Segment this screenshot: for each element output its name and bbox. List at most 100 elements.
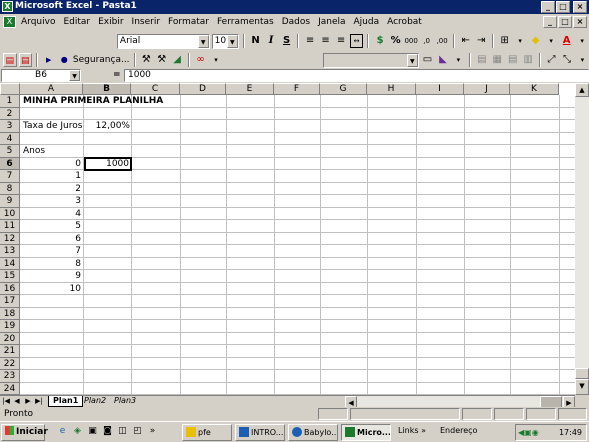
row-header-16[interactable]: 16 (0, 282, 20, 295)
by-column-icon[interactable]: ▥ (521, 53, 534, 67)
taskbar-button-excel[interactable]: Micro... (341, 424, 391, 441)
column-header-a[interactable]: A (20, 83, 83, 95)
chevron-down-icon[interactable]: ▾ (575, 34, 589, 48)
more-quicklaunch-icon[interactable]: » (146, 425, 159, 438)
row-header-6[interactable]: 6 (0, 157, 20, 170)
select-all-corner[interactable] (0, 83, 20, 95)
align-center-icon[interactable]: ≡ (319, 34, 333, 48)
decrease-decimal-button[interactable]: ,00 (435, 34, 449, 48)
workbook-restore-button[interactable]: □ (558, 16, 572, 28)
chart-object-icon[interactable]: ▭ (421, 53, 434, 67)
sheet-tab-plan3[interactable]: Plan3 (110, 396, 140, 407)
column-header-h[interactable]: H (367, 83, 416, 95)
outlook-icon[interactable]: ◈ (71, 425, 84, 438)
row-header-22[interactable]: 22 (0, 357, 20, 370)
borders-icon[interactable]: ⊞ (498, 34, 512, 48)
row-header-23[interactable]: 23 (0, 370, 20, 383)
sheet-tab-plan2[interactable]: Plan2 (80, 396, 110, 407)
taskbar-button-intro[interactable]: INTRO... (235, 424, 285, 441)
record-icon[interactable]: ● (57, 53, 70, 67)
by-row-icon[interactable]: ▤ (506, 53, 519, 67)
thousands-button[interactable]: 000 (404, 34, 418, 48)
formula-input[interactable]: 1000 (124, 69, 589, 82)
column-header-k[interactable]: K (510, 83, 559, 95)
chart-type-icon[interactable]: ◣ (436, 53, 449, 67)
name-box[interactable]: B6 ▼ (1, 69, 81, 82)
workbook-minimize-button[interactable]: _ (543, 16, 557, 28)
clock[interactable]: 17:49 (559, 425, 582, 440)
taskbar-button-babylon[interactable]: Babylo... (288, 424, 338, 441)
angle-text-icon[interactable]: ⤢ (545, 53, 558, 67)
cell-a1[interactable]: MINHA PRIMEIRA PLANILHA (21, 95, 165, 107)
maximize-button[interactable]: □ (556, 1, 570, 13)
menu-acrobat[interactable]: Acrobat (386, 17, 423, 27)
row-header-18[interactable]: 18 (0, 307, 20, 320)
column-header-b[interactable]: B (83, 83, 131, 95)
row-header-20[interactable]: 20 (0, 332, 20, 345)
increase-decimal-button[interactable]: ,0 (420, 34, 434, 48)
menu-inserir[interactable]: Inserir (131, 17, 162, 27)
play-icon[interactable]: ▶ (42, 53, 55, 67)
security-button[interactable]: Segurança... (73, 55, 130, 65)
chevron-down-icon[interactable]: ▾ (513, 34, 527, 48)
links-toolbar[interactable]: Links » (398, 426, 426, 435)
row-header-24[interactable]: 24 (0, 382, 20, 395)
scroll-down-arrow-icon[interactable]: ▼ (575, 379, 589, 395)
column-header-f[interactable]: F (274, 83, 320, 95)
decrease-indent-icon[interactable]: ⇤ (459, 34, 473, 48)
cell-a11[interactable]: 5 (21, 220, 83, 232)
angle-text-down-icon[interactable]: ⤡ (560, 53, 573, 67)
formula-equals[interactable]: = (113, 69, 121, 82)
row-header-8[interactable]: 8 (0, 182, 20, 195)
pdf-email-icon[interactable]: ▤ (18, 53, 33, 67)
workbook-close-button[interactable]: × (573, 16, 587, 28)
chevron-down-icon[interactable]: ▼ (406, 53, 418, 67)
chevron-down-icon[interactable]: ▾ (544, 34, 558, 48)
align-right-icon[interactable]: ≡ (334, 34, 348, 48)
column-header-j[interactable]: J (464, 83, 510, 95)
underline-button[interactable]: S (280, 34, 294, 48)
row-header-5[interactable]: 5 (0, 145, 20, 158)
ie-icon[interactable]: e (56, 425, 69, 438)
sheet-tab-plan1[interactable]: Plan1 (48, 396, 84, 407)
column-header-d[interactable]: D (180, 83, 226, 95)
vertical-scrollbar[interactable]: ▲ ▼ (575, 83, 589, 395)
explorer-icon[interactable]: ◫ (116, 425, 129, 438)
scroll-thumb[interactable] (575, 368, 589, 379)
column-header-c[interactable]: C (131, 83, 180, 95)
last-sheet-icon[interactable]: ▶| (34, 396, 44, 407)
menu-arquivo[interactable]: Arquivo (20, 17, 56, 27)
row-header-2[interactable]: 2 (0, 107, 20, 120)
chart-wizard-icon[interactable]: ◢ (170, 53, 183, 67)
workbook-icon[interactable]: X (3, 16, 16, 28)
address-toolbar[interactable]: Endereço (440, 426, 477, 435)
first-sheet-icon[interactable]: |◀ (1, 396, 11, 407)
toolbar-combo[interactable]: ▼ (322, 52, 419, 68)
row-header-21[interactable]: 21 (0, 345, 20, 358)
bold-button[interactable]: N (249, 34, 263, 48)
font-size-select[interactable]: 10 ▼ (211, 33, 239, 49)
menu-editar[interactable]: Editar (62, 17, 91, 27)
row-header-9[interactable]: 9 (0, 195, 20, 208)
control-toolbox-icon[interactable]: ⚒ (140, 53, 153, 67)
prev-sheet-icon[interactable]: ◀ (12, 396, 22, 407)
font-color-icon[interactable]: A (560, 34, 574, 48)
row-header-14[interactable]: 14 (0, 257, 20, 270)
worksheet-grid[interactable]: ABCDEFGHIJK 1 2 3 4 5 6 7 8 9 10 11 12 13 14 15 16 17 18 1… (0, 83, 575, 395)
row-header-11[interactable]: 11 (0, 220, 20, 233)
fill-color-icon[interactable]: ◆ (529, 34, 543, 48)
data-table-icon[interactable]: ▦ (491, 53, 504, 67)
cell-a8[interactable]: 2 (21, 183, 83, 195)
cell-a9[interactable]: 3 (21, 195, 83, 207)
cell-b3[interactable]: 12,00% (84, 120, 132, 132)
title-bar[interactable]: X Microsoft Excel - Pasta1 _ □ × (0, 0, 589, 14)
cell-a7[interactable]: 1 (21, 170, 83, 182)
chevron-down-icon[interactable]: ▼ (226, 34, 238, 48)
row-header-19[interactable]: 19 (0, 320, 20, 333)
column-header-e[interactable]: E (226, 83, 274, 95)
row-header-12[interactable]: 12 (0, 232, 20, 245)
cell-a6[interactable]: 0 (21, 158, 83, 170)
chevron-down-icon[interactable]: ▾ (452, 53, 465, 67)
link-icon[interactable]: ∞ (194, 53, 207, 67)
menu-exibir[interactable]: Exibir (97, 17, 124, 27)
